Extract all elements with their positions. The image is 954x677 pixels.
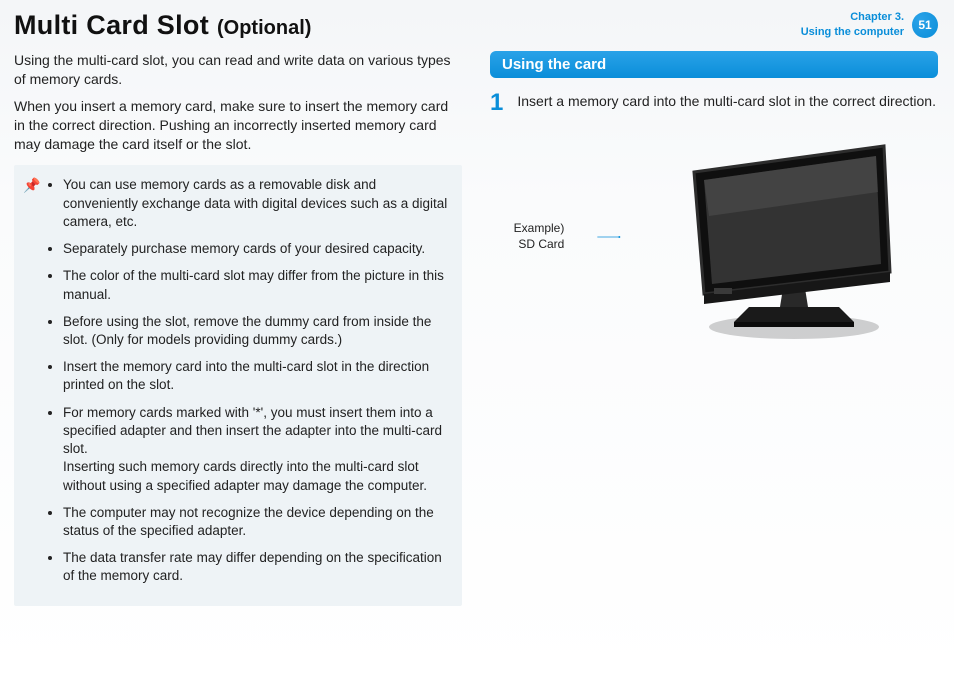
title-group: Multi Card Slot (Optional) <box>14 10 311 41</box>
example-line1: Example) <box>514 221 565 235</box>
intro-paragraph: When you insert a memory card, make sure… <box>14 97 462 154</box>
example-line2: SD Card <box>518 237 564 251</box>
intro-text: Using the multi-card slot, you can read … <box>14 51 462 153</box>
content-columns: Using the multi-card slot, you can read … <box>14 51 938 606</box>
breadcrumb: Chapter 3. Using the computer 51 <box>801 10 938 40</box>
step-text: Insert a memory card into the multi-card… <box>517 92 936 114</box>
list-item: Before using the slot, remove the dummy … <box>63 313 449 349</box>
info-box: 📌 You can use memory cards as a removabl… <box>14 165 462 605</box>
page-title: Multi Card Slot <box>14 10 209 41</box>
list-item: Insert the memory card into the multi-ca… <box>63 358 449 394</box>
step-number: 1 <box>490 92 503 114</box>
list-item: The color of the multi-card slot may dif… <box>63 267 449 303</box>
list-item: For memory cards marked with '*', you mu… <box>63 404 449 495</box>
right-column: Using the card 1 Insert a memory card in… <box>490 51 938 606</box>
section-heading: Using the card <box>490 51 938 78</box>
left-column: Using the multi-card slot, you can read … <box>14 51 462 606</box>
list-item: You can use memory cards as a removable … <box>63 176 449 231</box>
page-root: Multi Card Slot (Optional) Chapter 3. Us… <box>0 0 954 677</box>
illustration-area: Example) SD Card <box>490 132 938 342</box>
step: 1 Insert a memory card into the multi-ca… <box>490 92 938 114</box>
page-number-badge: 51 <box>912 12 938 38</box>
leader-line-icon <box>574 236 644 238</box>
info-list: You can use memory cards as a removable … <box>47 176 449 594</box>
monitor-illustration <box>654 132 914 342</box>
intro-paragraph: Using the multi-card slot, you can read … <box>14 51 462 89</box>
list-item: The data transfer rate may differ depend… <box>63 549 449 585</box>
breadcrumb-section: Using the computer <box>801 25 904 40</box>
list-item: Separately purchase memory cards of your… <box>63 240 449 258</box>
page-header: Multi Card Slot (Optional) Chapter 3. Us… <box>14 10 938 41</box>
list-item: The computer may not recognize the devic… <box>63 504 449 540</box>
page-subtitle: (Optional) <box>217 17 311 40</box>
example-label: Example) SD Card <box>514 221 565 252</box>
breadcrumb-chapter: Chapter 3. <box>850 10 904 25</box>
pin-icon: 📌 <box>23 178 41 594</box>
